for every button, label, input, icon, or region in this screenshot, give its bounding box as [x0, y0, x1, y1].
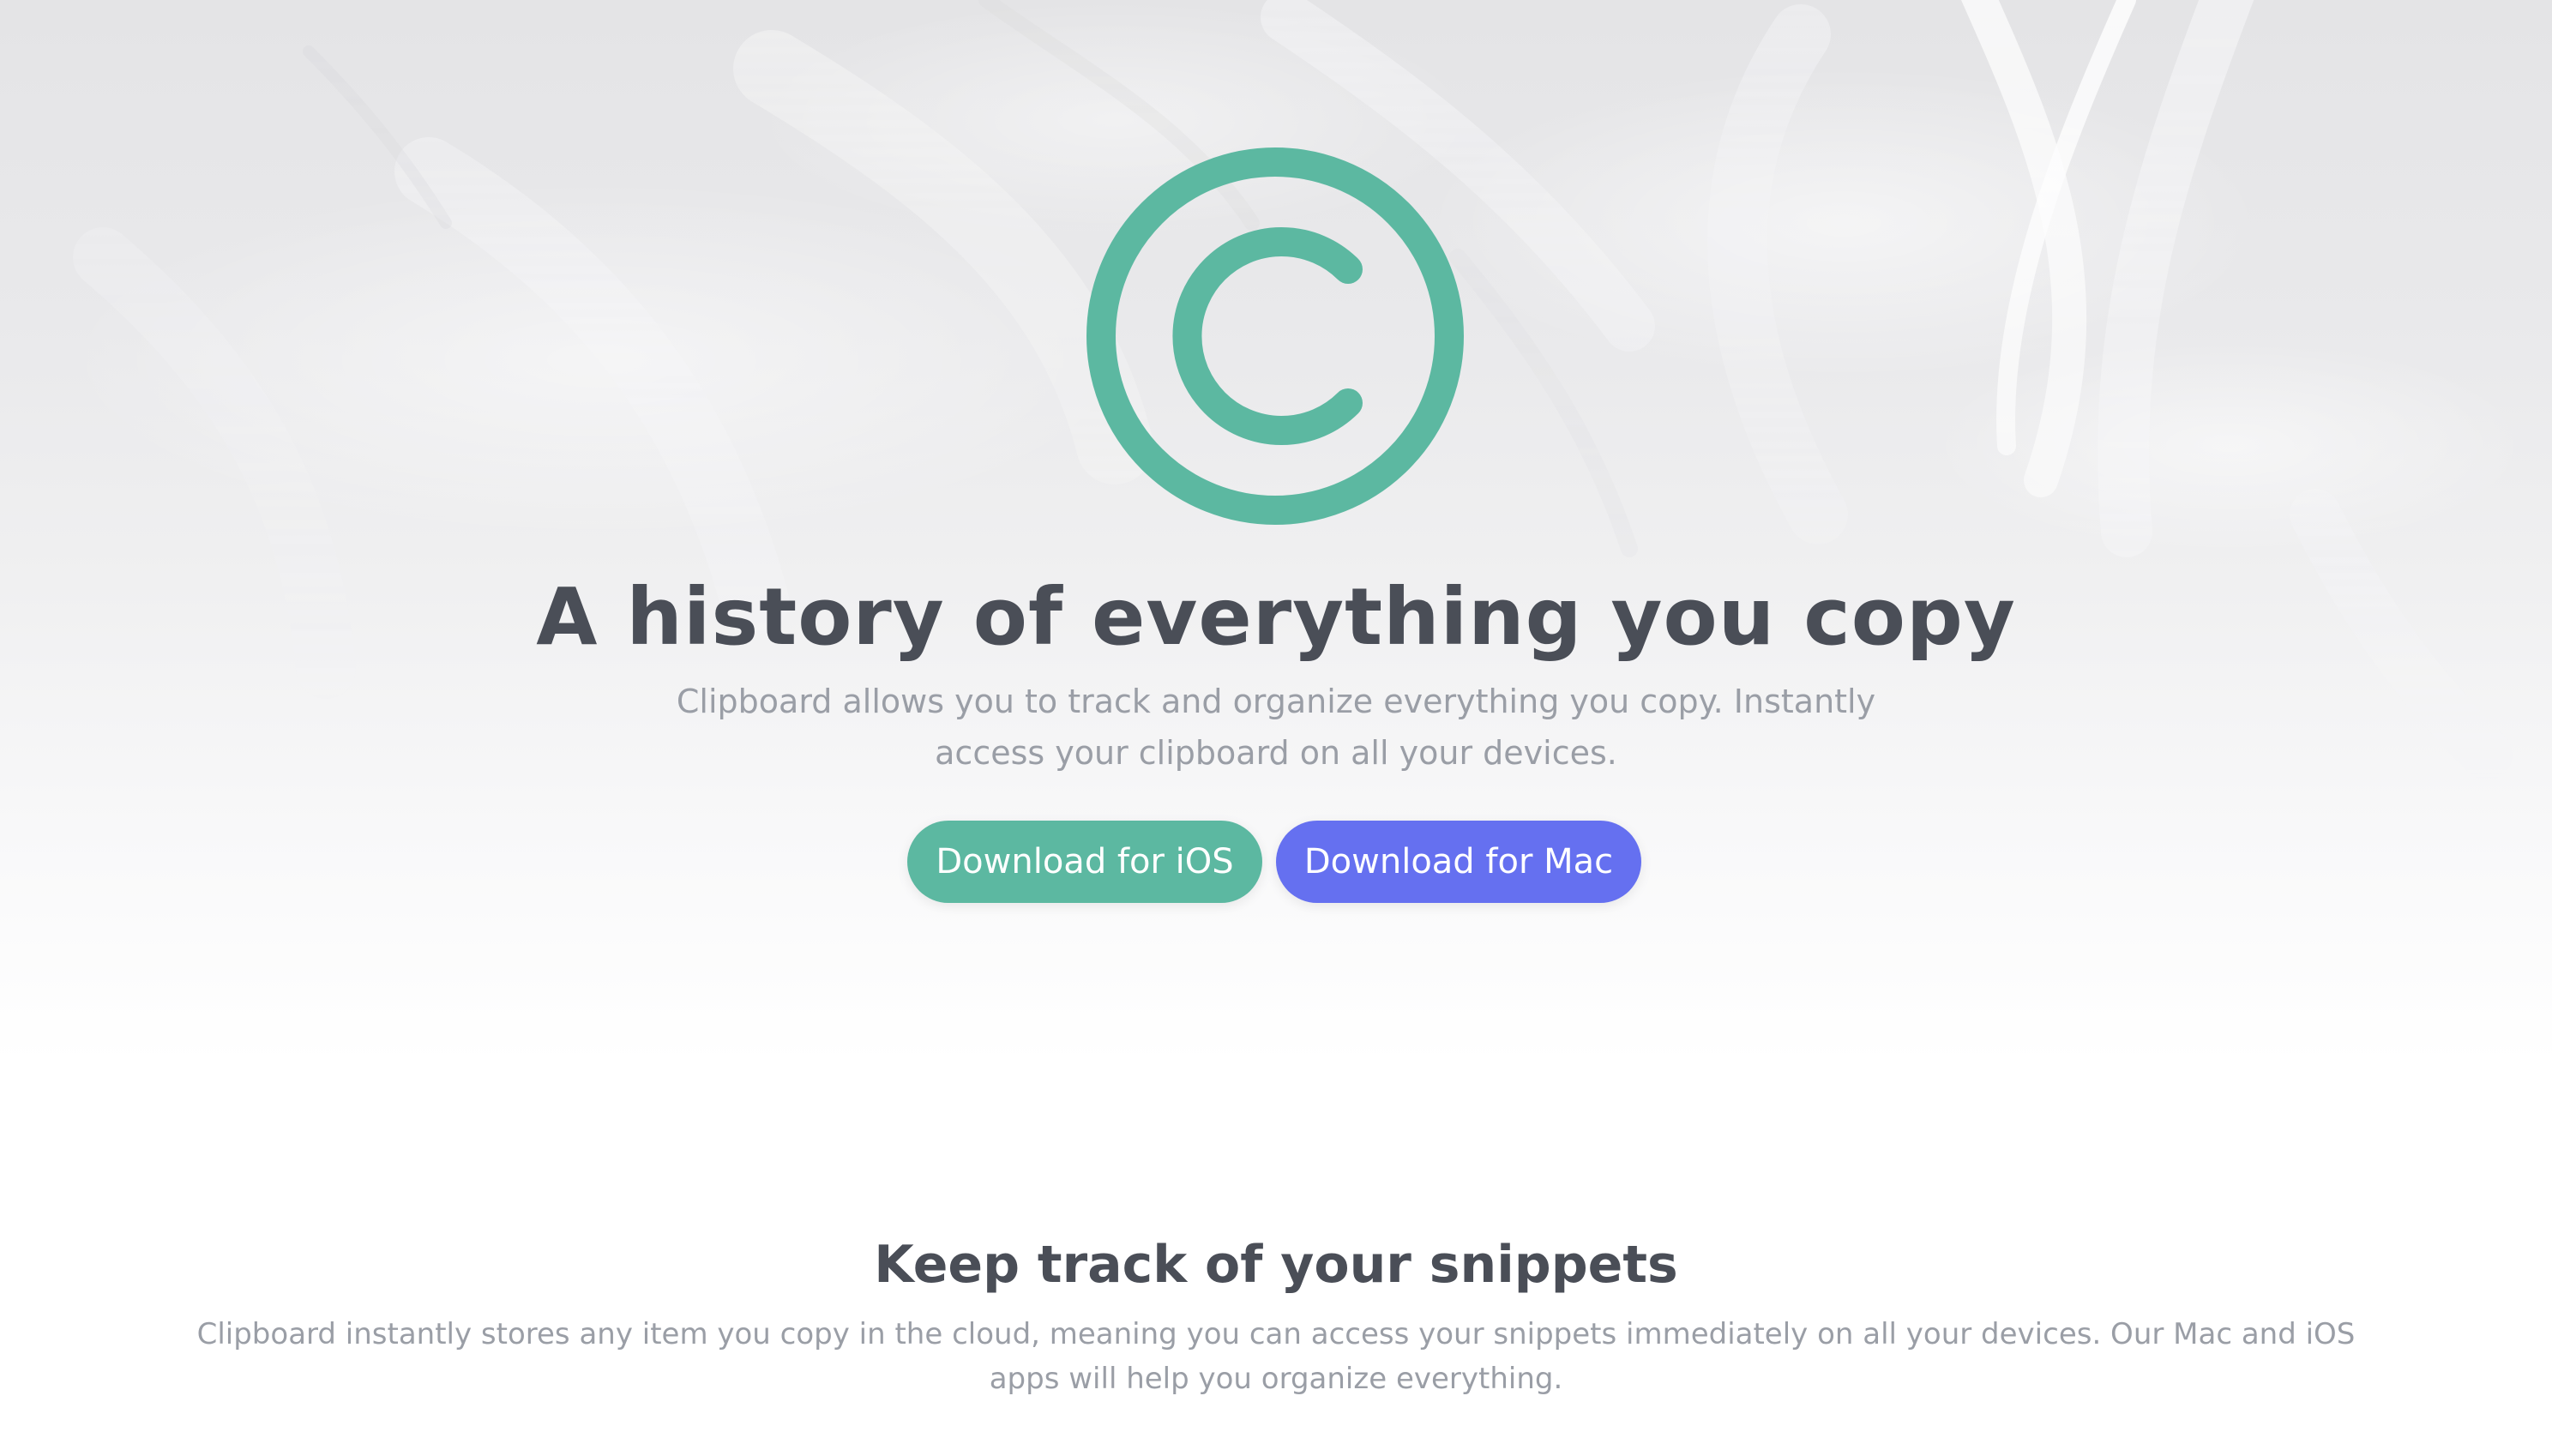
features-description: Clipboard instantly stores any item you … [196, 1317, 2356, 1396]
hero-subtitle: Clipboard allows you to track and organi… [676, 683, 1876, 772]
features-title: Keep track of your snippets [874, 1235, 1678, 1295]
landing-page: A history of everything you copy Clipboa… [0, 0, 2552, 1456]
download-ios-button[interactable]: Download for iOS [907, 821, 1262, 903]
copyright-c-icon [1086, 147, 1464, 525]
download-mac-button[interactable]: Download for Mac [1276, 821, 1641, 903]
hero-title: A history of everything you copy [536, 571, 2016, 663]
